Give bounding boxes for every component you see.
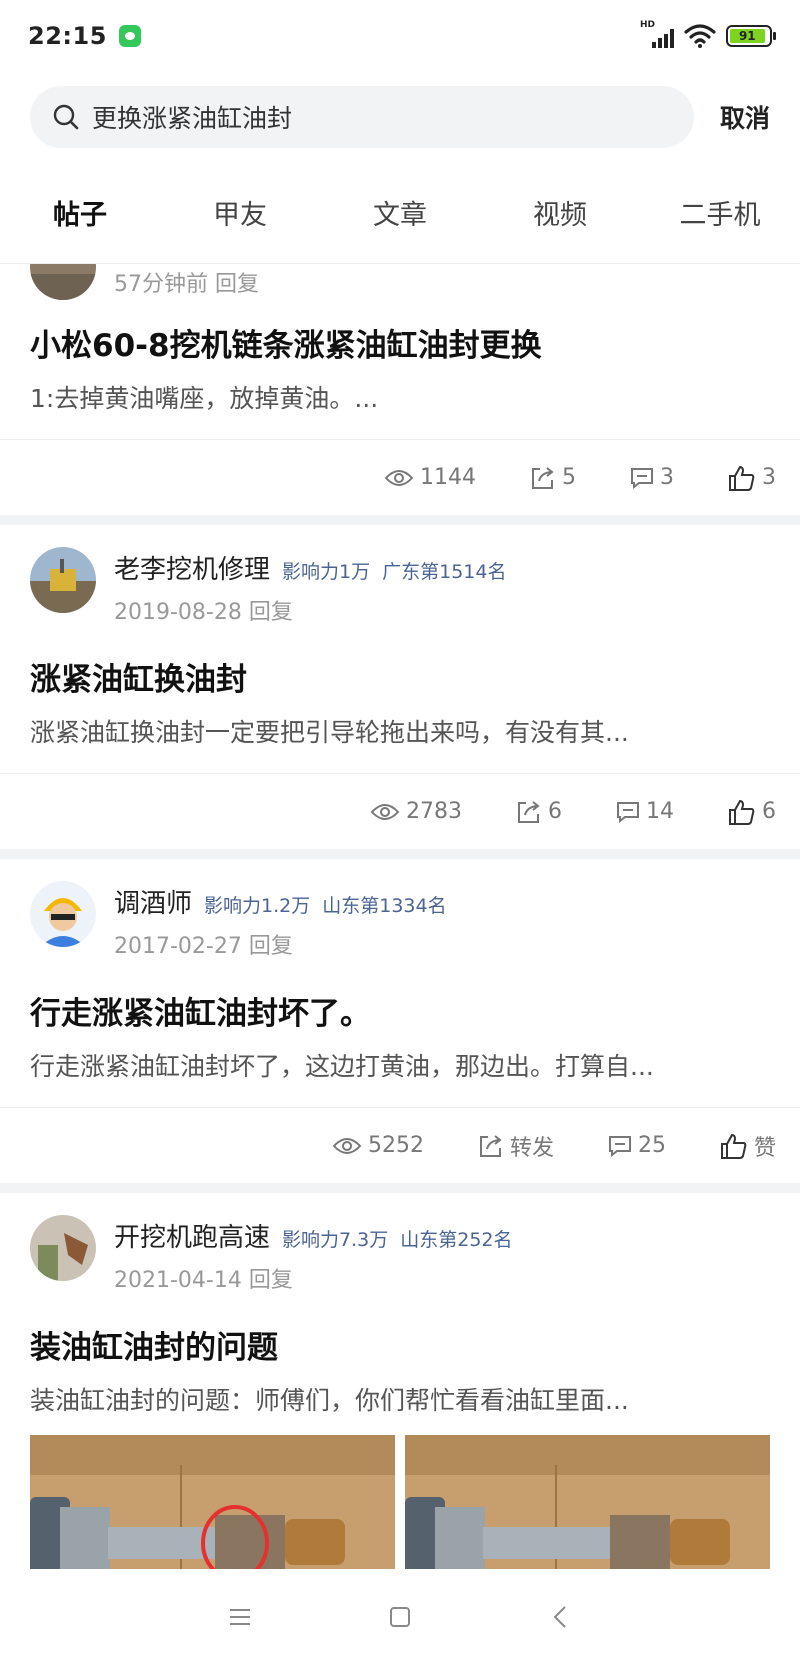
- like-button[interactable]: 6: [728, 798, 776, 826]
- status-time: 22:15: [28, 22, 107, 50]
- post-header: 老李挖机修理 影响力1万 广东第1514名 2019-08-28 回复: [0, 525, 800, 626]
- avatar[interactable]: [30, 1215, 96, 1281]
- cancel-button[interactable]: 取消: [720, 99, 770, 135]
- wechat-notification-icon: [118, 25, 141, 47]
- menu-button[interactable]: [220, 1597, 260, 1637]
- comment-button[interactable]: 14: [616, 799, 674, 824]
- views-stat: 2783: [370, 799, 462, 824]
- menu-icon: [230, 1609, 250, 1625]
- tab-used-machines[interactable]: 二手机: [640, 193, 800, 232]
- like-button[interactable]: 3: [728, 464, 776, 492]
- rank-badge: 山东第252名: [400, 1229, 513, 1251]
- comment-button[interactable]: 25: [608, 1133, 666, 1158]
- avatar[interactable]: [30, 881, 96, 947]
- post-date: 2019-08-28 回复: [114, 600, 293, 625]
- tab-friends[interactable]: 甲友: [160, 193, 320, 232]
- post-image[interactable]: [30, 1435, 395, 1569]
- reply-link[interactable]: 回复: [215, 272, 259, 297]
- post-stats: 2783 6 14 6: [0, 773, 800, 849]
- tab-bar: 帖子 甲友 文章 视频 二手机: [0, 162, 800, 276]
- author-name[interactable]: 调酒师: [114, 883, 192, 920]
- post-title[interactable]: 行走涨紧油缸油封坏了。: [0, 960, 800, 1033]
- comment-button[interactable]: 3: [630, 465, 674, 490]
- post-card[interactable]: 57分钟前 回复 小松60-8挖机链条涨紧油缸油封更换 1:去掉黄油嘴座，放掉黄…: [0, 264, 800, 515]
- search-icon: [53, 104, 79, 130]
- post-header: 57分钟前 回复: [0, 264, 800, 300]
- signal-icon: HD: [640, 20, 674, 48]
- system-nav-bar: [0, 1569, 800, 1665]
- comment-icon: [631, 467, 653, 489]
- home-square-icon: [390, 1607, 410, 1627]
- post-title[interactable]: 涨紧油缸换油封: [0, 626, 800, 699]
- share-button[interactable]: 6: [516, 799, 562, 825]
- battery-icon: 91: [726, 25, 776, 47]
- tab-videos[interactable]: 视频: [480, 193, 640, 232]
- rank-badge: 山东第1334名: [322, 895, 447, 917]
- avatar[interactable]: [30, 547, 96, 613]
- comment-icon: [608, 1135, 631, 1157]
- post-date: 2021-04-14 回复: [114, 1268, 293, 1293]
- influence-badge: 影响力1万: [282, 561, 371, 583]
- post-header: 调酒师 影响力1.2万 山东第1334名 2017-02-27 回复: [0, 859, 800, 960]
- post-image[interactable]: [405, 1435, 770, 1569]
- share-icon: [518, 800, 540, 823]
- post-card[interactable]: 老李挖机修理 影响力1万 广东第1514名 2019-08-28 回复 涨紧油缸…: [0, 525, 800, 849]
- post-title[interactable]: 小松60-8挖机链条涨紧油缸油封更换: [0, 300, 800, 365]
- author-meta: 老李挖机修理 影响力1万 广东第1514名 2019-08-28 回复: [114, 547, 506, 626]
- search-box[interactable]: [30, 86, 694, 148]
- author-name[interactable]: 开挖机跑高速: [114, 1217, 270, 1254]
- influence-badge: 影响力1.2万: [204, 895, 311, 917]
- search-input[interactable]: [92, 102, 652, 132]
- author-meta: 调酒师 影响力1.2万 山东第1334名 2017-02-27 回复: [114, 881, 447, 960]
- post-excerpt[interactable]: 涨紧油缸换油封一定要把引导轮拖出来吗，有没有其...: [0, 699, 800, 773]
- views-stat: 5252: [332, 1133, 424, 1158]
- screen: 22:15 HD 91 取消: [0, 0, 800, 1665]
- like-button[interactable]: 赞: [720, 1130, 776, 1162]
- post-date: 2017-02-27 回复: [114, 934, 293, 959]
- views-stat: 1144: [384, 465, 476, 490]
- eye-icon: [332, 1137, 362, 1154]
- post-time: 57分钟前 回复: [114, 272, 260, 297]
- influence-badge: 影响力7.3万: [282, 1229, 389, 1251]
- post-excerpt[interactable]: 装油缸油封的问题：师傅们，你们帮忙看看油缸里面...: [0, 1367, 800, 1435]
- back-button[interactable]: [540, 1597, 580, 1637]
- thumbs-up-icon: [720, 1133, 747, 1159]
- share-icon: [479, 1134, 502, 1157]
- post-title[interactable]: 装油缸油封的问题: [0, 1294, 800, 1367]
- author-name[interactable]: 老李挖机修理: [114, 549, 270, 586]
- wifi-icon: [684, 24, 716, 48]
- back-chevron-icon: [553, 1606, 566, 1628]
- post-stats: 1144 5 3 3: [0, 439, 800, 515]
- avatar[interactable]: [30, 264, 96, 300]
- post-stats: 5252 转发 25 赞: [0, 1107, 800, 1183]
- post-excerpt[interactable]: 1:去掉黄油嘴座，放掉黄油。...: [0, 365, 800, 439]
- share-icon: [532, 466, 554, 489]
- author-meta: 开挖机跑高速 影响力7.3万 山东第252名 2021-04-14 回复: [114, 1215, 513, 1294]
- status-bar: 22:15 HD 91: [0, 0, 800, 72]
- post-feed[interactable]: 57分钟前 回复 小松60-8挖机链条涨紧油缸油封更换 1:去掉黄油嘴座，放掉黄…: [0, 264, 800, 1569]
- tab-articles[interactable]: 文章: [320, 193, 480, 232]
- tab-posts[interactable]: 帖子: [0, 193, 160, 276]
- post-header: 开挖机跑高速 影响力7.3万 山东第252名 2021-04-14 回复: [0, 1193, 800, 1294]
- comment-icon: [617, 801, 639, 823]
- post-images: [0, 1435, 800, 1569]
- post-card[interactable]: 开挖机跑高速 影响力7.3万 山东第252名 2021-04-14 回复 装油缸…: [0, 1193, 800, 1569]
- reply-link[interactable]: 回复: [249, 1268, 293, 1293]
- thumbs-up-icon: [729, 799, 755, 825]
- reply-link[interactable]: 回复: [249, 934, 293, 959]
- author-meta: 57分钟前 回复: [114, 264, 259, 298]
- share-button[interactable]: 转发: [478, 1130, 554, 1162]
- post-excerpt[interactable]: 行走涨紧油缸油封坏了，这边打黄油，那边出。打算自...: [0, 1033, 800, 1107]
- rank-badge: 广东第1514名: [382, 561, 507, 583]
- search-header: 取消: [0, 72, 800, 162]
- reply-link[interactable]: 回复: [249, 600, 293, 625]
- status-icons: HD 91: [640, 20, 776, 48]
- eye-icon: [384, 469, 414, 486]
- post-card[interactable]: 调酒师 影响力1.2万 山东第1334名 2017-02-27 回复 行走涨紧油…: [0, 859, 800, 1183]
- share-button[interactable]: 5: [530, 465, 576, 491]
- battery-level: 91: [730, 29, 765, 43]
- home-button[interactable]: [380, 1597, 420, 1637]
- eye-icon: [370, 803, 400, 820]
- thumbs-up-icon: [729, 465, 755, 491]
